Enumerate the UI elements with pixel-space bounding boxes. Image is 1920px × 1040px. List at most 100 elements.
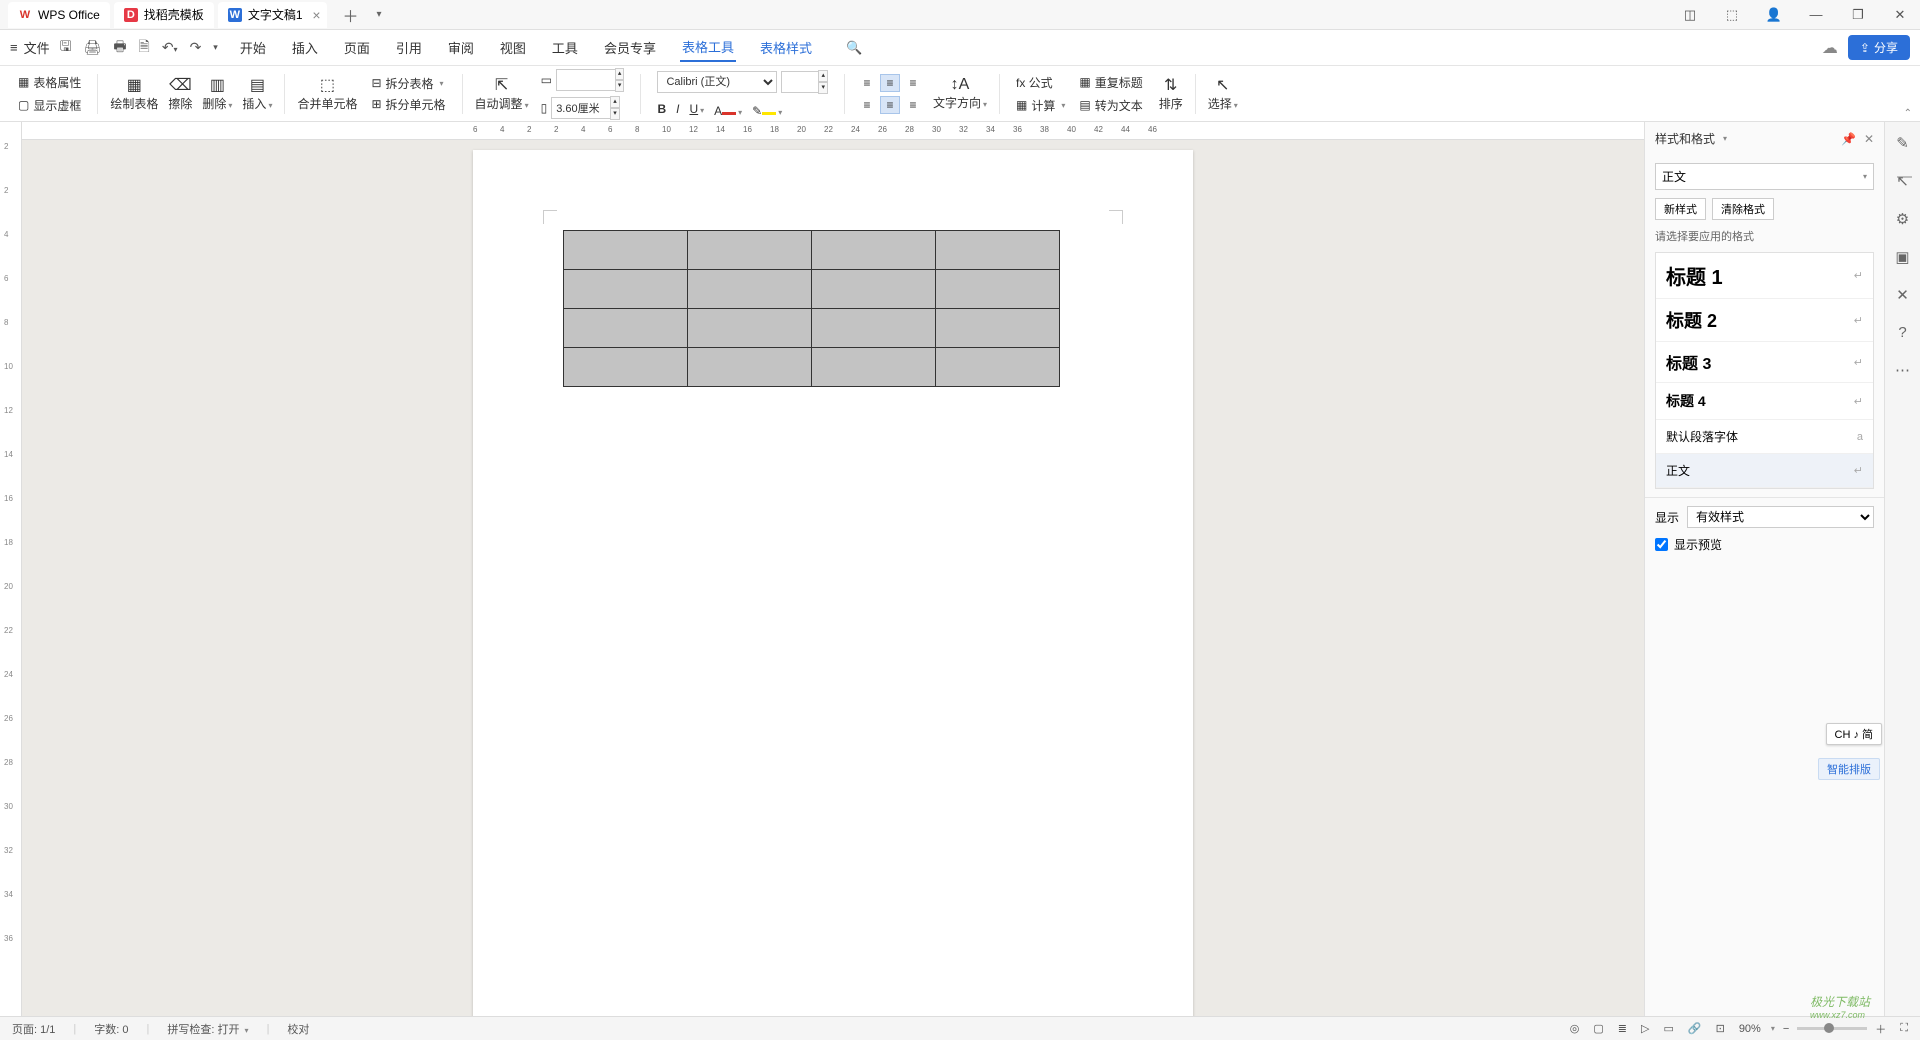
smart-layout-badge[interactable]: 智能排版: [1818, 758, 1880, 780]
menu-start[interactable]: 开始: [238, 34, 268, 61]
underline-button[interactable]: U▾: [689, 102, 704, 116]
document-area[interactable]: 6422468101214161820222426283032343638404…: [22, 122, 1644, 1016]
style-item-h1[interactable]: 标题 1↵: [1656, 253, 1873, 299]
undo-icon[interactable]: ↶▾: [162, 39, 178, 56]
table-properties-button[interactable]: ▦表格属性: [14, 72, 85, 93]
rail-collapse-icon[interactable]: —: [1897, 168, 1912, 185]
style-item-def[interactable]: 默认段落字体a: [1656, 420, 1873, 454]
gallery-icon[interactable]: ▣: [1895, 248, 1909, 266]
delete-icon[interactable]: ▥: [202, 75, 232, 95]
split-table-button[interactable]: ⊟拆分表格▾: [367, 73, 449, 94]
pin-icon[interactable]: 📌: [1841, 132, 1856, 146]
style-item-h2[interactable]: 标题 2↵: [1656, 299, 1873, 342]
zoom-value[interactable]: 90%: [1739, 1023, 1761, 1035]
print-layout-icon[interactable]: ▢: [1593, 1022, 1603, 1035]
tab-document[interactable]: W 文字文稿1 ×: [218, 2, 327, 28]
col-width-input[interactable]: ▴▾: [551, 96, 620, 120]
user-icon[interactable]: 👤: [1762, 7, 1786, 23]
align-middle-icon[interactable]: ≡: [880, 74, 900, 92]
spell-check-status[interactable]: 拼写检查: 打开 ▾: [167, 1021, 248, 1037]
fullscreen-icon[interactable]: ⛶: [1900, 1022, 1908, 1035]
font-size-input[interactable]: ▴▾: [781, 70, 828, 94]
insert-icon[interactable]: ▤: [242, 75, 272, 95]
tab-wps-home[interactable]: W WPS Office: [8, 2, 110, 28]
font-color-button[interactable]: A▾: [714, 100, 742, 118]
eraser-icon[interactable]: ⌫: [168, 75, 192, 95]
tab-close-icon[interactable]: ×: [312, 7, 320, 23]
tab-template[interactable]: D 找稻壳模板: [114, 2, 214, 28]
clear-format-button[interactable]: 清除格式: [1712, 198, 1774, 220]
menu-view[interactable]: 视图: [498, 34, 528, 61]
new-tab-button[interactable]: ＋: [337, 3, 365, 27]
style-item-h3[interactable]: 标题 3↵: [1656, 342, 1873, 383]
row-height-input[interactable]: ▴▾: [556, 68, 625, 92]
print-preview-icon[interactable]: 🗎: [139, 36, 150, 60]
menu-table-style[interactable]: 表格样式: [758, 34, 814, 61]
preview-checkbox[interactable]: [1655, 538, 1668, 551]
maximize-icon[interactable]: ❐: [1846, 7, 1870, 23]
outline-icon[interactable]: ≣: [1618, 1022, 1627, 1035]
to-text-button[interactable]: ▤转为文本: [1075, 95, 1146, 116]
repeat-header-button[interactable]: ▦重复标题: [1075, 72, 1146, 93]
sort-icon[interactable]: ⇅: [1159, 75, 1183, 95]
search-icon[interactable]: 🔍: [846, 40, 862, 56]
panel-close-icon[interactable]: ✕: [1864, 132, 1874, 146]
page-counter[interactable]: 页面: 1/1: [12, 1021, 55, 1037]
merge-cells-icon[interactable]: ⬚: [297, 75, 357, 95]
help-icon[interactable]: ?: [1898, 324, 1906, 341]
pencil-icon[interactable]: ✎: [1896, 134, 1909, 152]
calc-button[interactable]: ▦计算▾: [1012, 95, 1069, 116]
draw-table-icon[interactable]: ▦: [110, 75, 158, 95]
collapse-ribbon-icon[interactable]: ⌃: [1904, 108, 1912, 119]
align-center-icon[interactable]: ≡: [880, 96, 900, 114]
italic-button[interactable]: I: [676, 102, 679, 116]
save-icon[interactable]: 🖫: [60, 36, 72, 60]
print-icon[interactable]: 🖶: [113, 36, 126, 60]
select-cursor-icon[interactable]: ↖: [1208, 75, 1238, 95]
close-window-icon[interactable]: ✕: [1888, 7, 1912, 23]
cube-icon[interactable]: ⬚: [1720, 7, 1744, 23]
style-item-body[interactable]: 正文↵: [1656, 454, 1873, 488]
settings-sliders-icon[interactable]: ⚙: [1896, 210, 1909, 228]
web-layout-icon[interactable]: ▭: [1663, 1022, 1673, 1035]
highlight-button[interactable]: ✎▾: [752, 100, 782, 118]
new-style-button[interactable]: 新样式: [1655, 198, 1706, 220]
show-filter-select[interactable]: 有效样式: [1687, 506, 1874, 528]
current-style-select[interactable]: 正文 ▾: [1655, 163, 1874, 190]
autofit-icon[interactable]: ⇱: [475, 75, 529, 95]
show-border-button[interactable]: ▢显示虚框: [14, 95, 85, 116]
font-select[interactable]: Calibri (正文): [657, 71, 777, 93]
menu-review[interactable]: 审阅: [446, 34, 476, 61]
export-icon[interactable]: 🖨: [84, 39, 102, 56]
align-right-icon[interactable]: ≡: [903, 96, 923, 114]
menu-table-tools[interactable]: 表格工具: [680, 33, 736, 62]
align-bottom-icon[interactable]: ≡: [903, 74, 923, 92]
text-direction-icon[interactable]: ↕A: [933, 76, 987, 94]
more-icon[interactable]: ⋯: [1895, 361, 1910, 379]
preview-checkbox-row[interactable]: 显示预览: [1655, 536, 1874, 553]
document-table[interactable]: [563, 230, 1060, 387]
tools-icon[interactable]: ✕: [1896, 286, 1909, 304]
menu-member[interactable]: 会员专享: [602, 34, 658, 61]
minimize-icon[interactable]: —: [1804, 7, 1828, 23]
reading-icon[interactable]: ▷: [1641, 1022, 1649, 1035]
split-cell-button[interactable]: ⊞拆分单元格: [367, 94, 449, 115]
fit-icon[interactable]: ⊡: [1716, 1022, 1725, 1035]
qa-caret-icon[interactable]: ▾: [213, 42, 218, 53]
cloud-icon[interactable]: ☁: [1822, 38, 1838, 58]
zoom-out-icon[interactable]: −: [1783, 1023, 1789, 1035]
panel-title-caret[interactable]: ▾: [1723, 134, 1727, 143]
zoom-in-icon[interactable]: ＋: [1875, 1021, 1886, 1037]
menu-reference[interactable]: 引用: [394, 34, 424, 61]
redo-icon[interactable]: ↷: [190, 39, 202, 56]
formula-button[interactable]: fx 公式: [1012, 72, 1069, 93]
menu-page[interactable]: 页面: [342, 34, 372, 61]
align-top-icon[interactable]: ≡: [857, 74, 877, 92]
menu-tools[interactable]: 工具: [550, 34, 580, 61]
zoom-slider[interactable]: [1797, 1027, 1867, 1030]
align-left-icon[interactable]: ≡: [857, 96, 877, 114]
bold-button[interactable]: B: [657, 102, 666, 116]
menu-insert[interactable]: 插入: [290, 34, 320, 61]
focus-mode-icon[interactable]: ◎: [1570, 1022, 1580, 1035]
window-layout-icon[interactable]: ◫: [1678, 7, 1702, 23]
